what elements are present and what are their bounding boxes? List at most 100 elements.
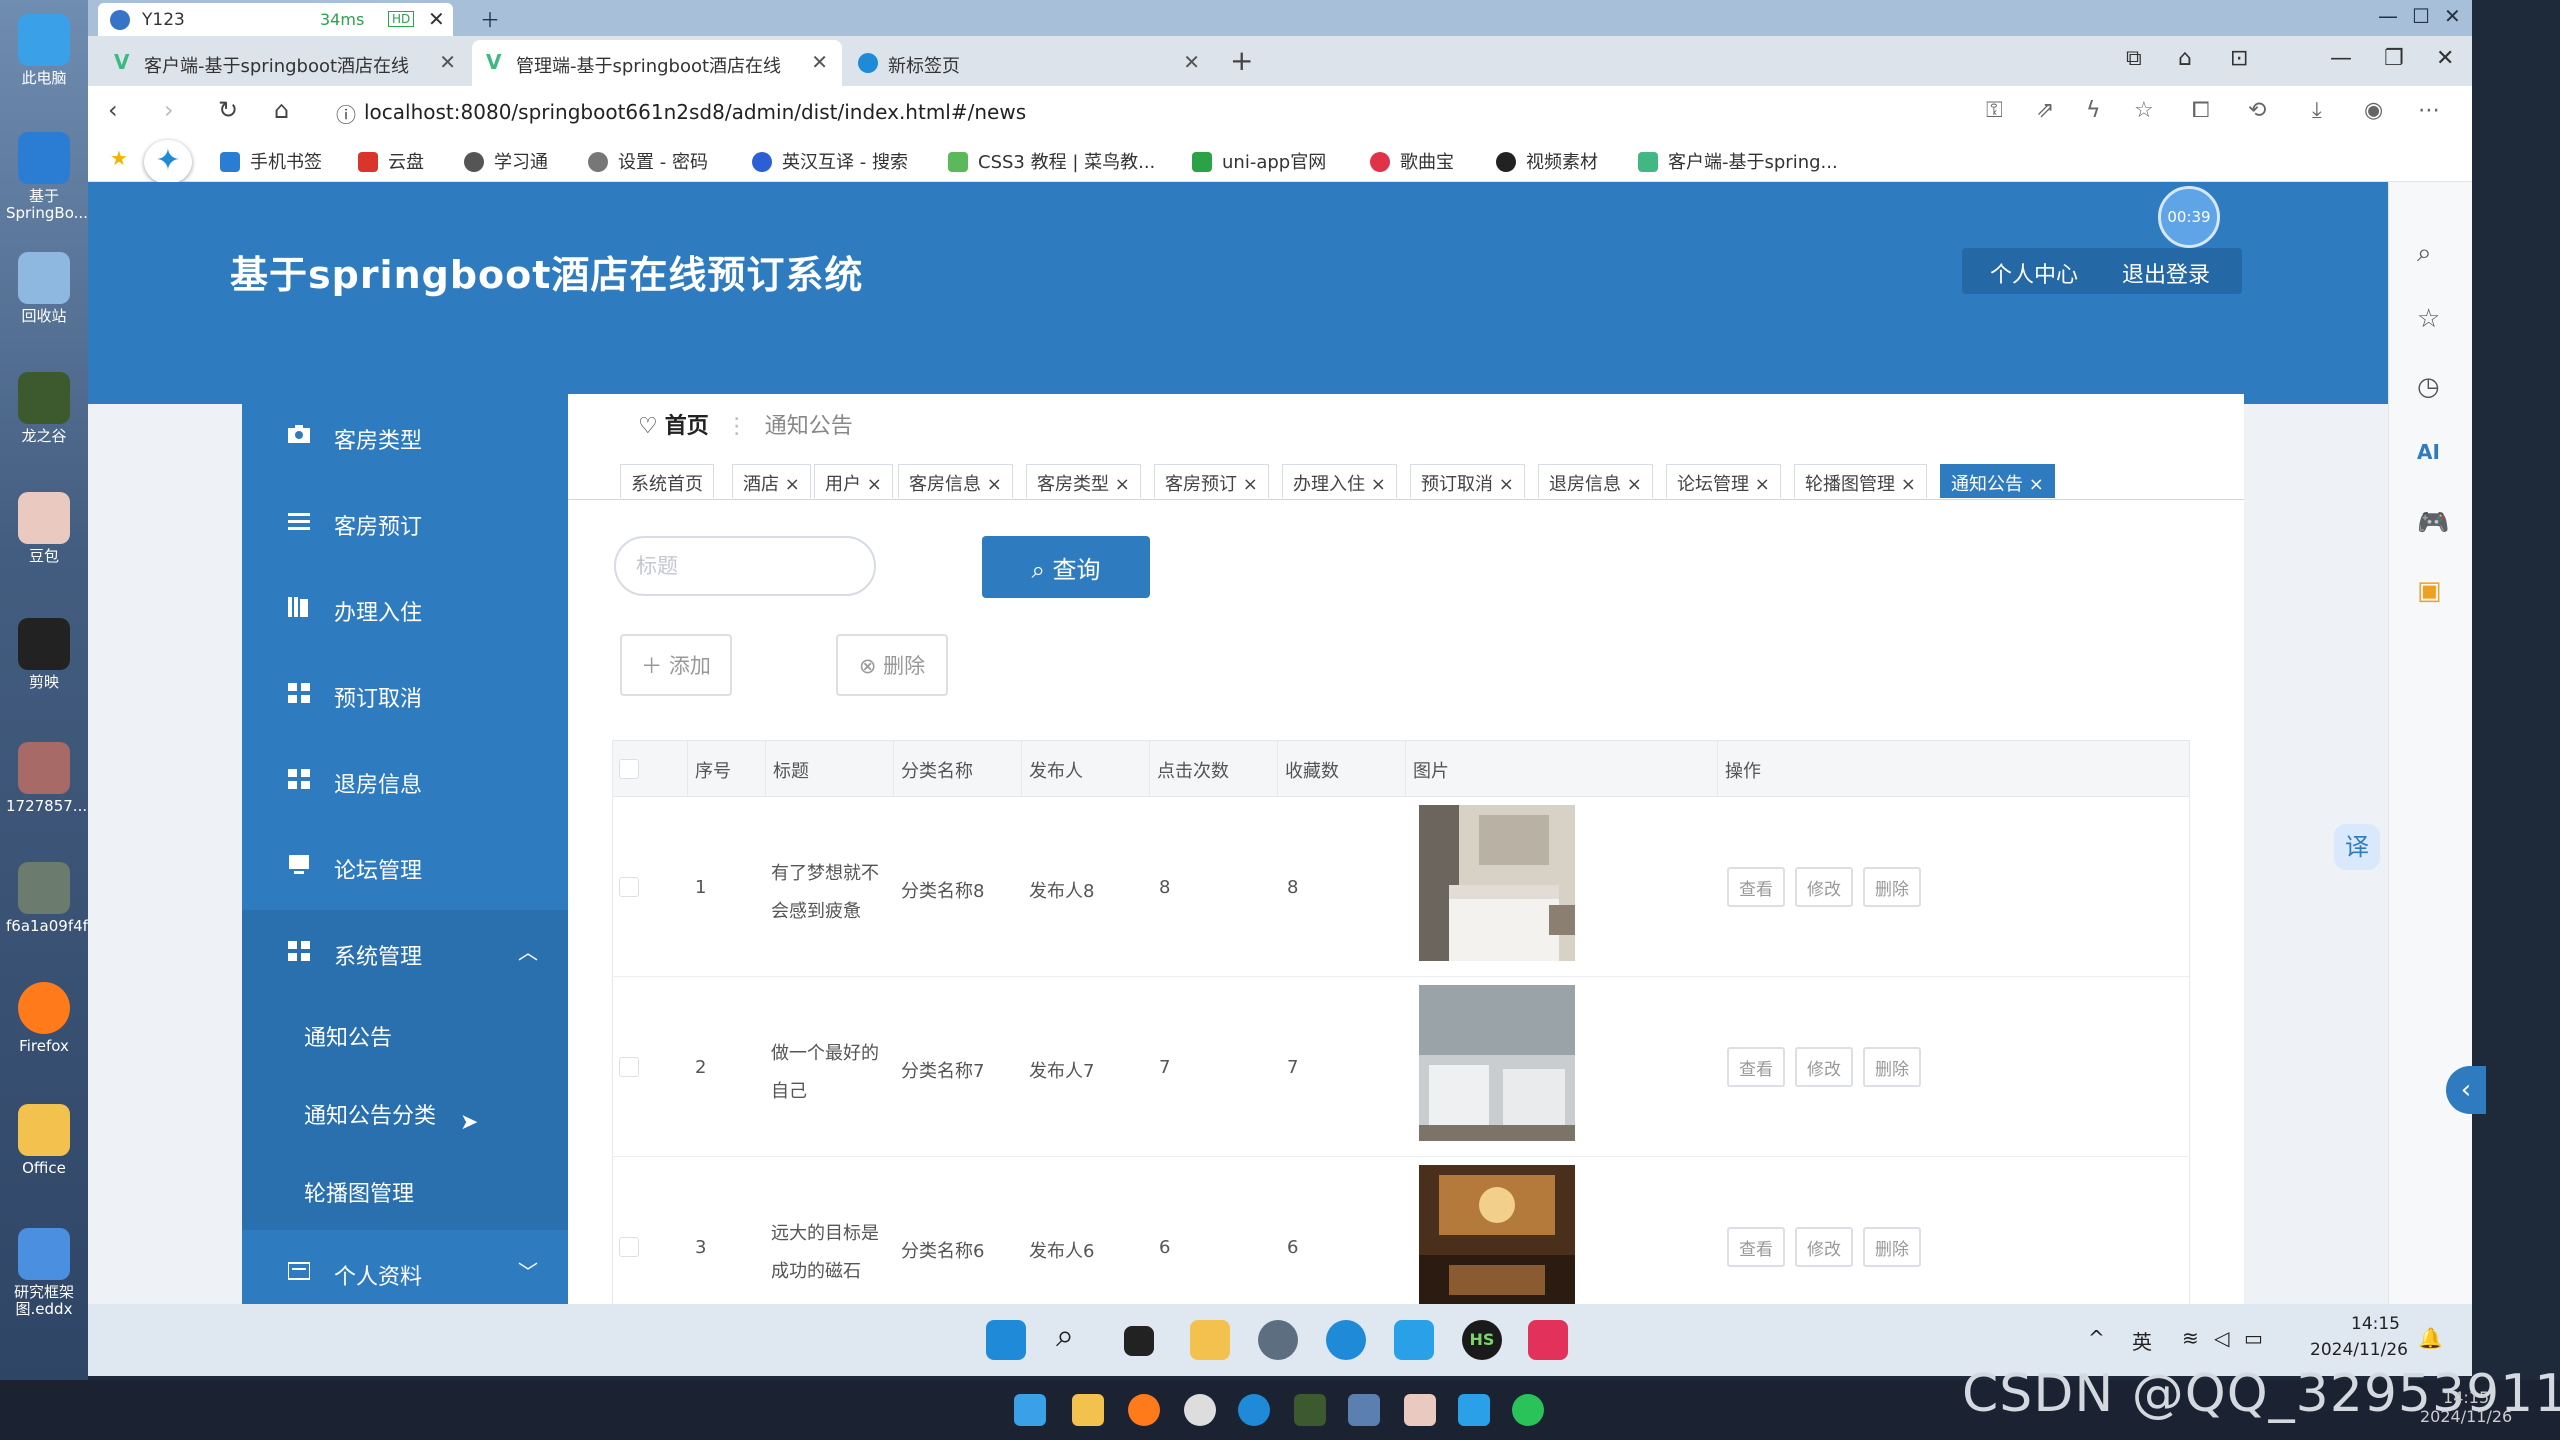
sidebar-subitem-news[interactable]: 通知公告 <box>242 996 568 1074</box>
notification-bell-icon[interactable]: 🔔 <box>2418 1326 2443 1350</box>
desktop-icon-recycle[interactable]: 回收站 <box>6 252 82 325</box>
row-checkbox[interactable] <box>619 1237 639 1257</box>
column-header[interactable]: 发布人 <box>1029 757 1083 783</box>
game-icon[interactable] <box>1294 1394 1326 1426</box>
taskbar-time[interactable]: 14:15 <box>2310 1314 2400 1334</box>
sidebar-subitem-carousel[interactable]: 轮播图管理 <box>242 1152 568 1230</box>
todesk-icon[interactable] <box>1394 1320 1434 1360</box>
notepad-icon[interactable] <box>1348 1394 1380 1426</box>
profile-center-button[interactable]: 个人中心 <box>1990 257 2078 289</box>
delete-row-button[interactable]: 删除 <box>1863 1227 1921 1267</box>
gamepad-icon[interactable]: 🎮 <box>2417 508 2449 538</box>
desktop-icon-image-2[interactable]: f6a1a09f4f... <box>6 862 101 935</box>
todesk-icon[interactable] <box>1458 1394 1490 1426</box>
desktop-icon-doubao[interactable]: 豆包 <box>6 492 82 565</box>
close-icon[interactable]: ✕ <box>2444 4 2461 28</box>
history-icon[interactable]: ⟲ <box>2248 98 2266 123</box>
column-header[interactable]: 分类名称 <box>901 757 973 783</box>
close-icon[interactable]: ✕ <box>1183 50 1200 74</box>
workspaces-icon[interactable]: ⌂ <box>2178 46 2192 71</box>
extensions-icon[interactable]: ⧠ <box>2192 98 2210 123</box>
task-view-icon[interactable] <box>1124 1326 1154 1356</box>
url-field[interactable]: localhost:8080/springboot661n2sd8/admin/… <box>364 100 1026 124</box>
delete-row-button[interactable]: 删除 <box>1863 1047 1921 1087</box>
close-icon[interactable]: ✕ <box>439 50 456 74</box>
sidebar-item-check-in[interactable]: 办理入住 <box>242 566 568 652</box>
volume-icon[interactable]: ◁ <box>2214 1326 2229 1350</box>
sidebar-item-system[interactable]: 系统管理 ︿ <box>242 910 568 996</box>
info-icon[interactable]: ⓘ <box>336 99 356 128</box>
file-explorer-icon[interactable] <box>1190 1320 1230 1360</box>
back-icon[interactable]: ‹ <box>108 96 118 124</box>
translate-button[interactable]: 译 <box>2334 824 2380 870</box>
bookmark-item[interactable]: 手机书签 <box>220 148 322 174</box>
extensions-icon[interactable]: ⊡ <box>2230 46 2248 71</box>
intellij-icon[interactable] <box>1528 1320 1568 1360</box>
tag-room-booking[interactable]: 客房预订 × <box>1154 464 1269 498</box>
tag-check-in[interactable]: 办理入住 × <box>1282 464 1397 498</box>
search-button[interactable]: ⌕ 查询 <box>982 536 1150 598</box>
row-image[interactable] <box>1419 1165 1575 1321</box>
hbuilder-icon[interactable]: HS <box>1462 1320 1502 1360</box>
row-image[interactable] <box>1419 985 1575 1141</box>
tab-actions-icon[interactable]: ⧉ <box>2126 46 2142 71</box>
ai-icon[interactable]: AI <box>2417 440 2440 464</box>
desktop-icon-game[interactable]: 龙之谷 <box>6 372 82 445</box>
refresh-icon[interactable]: ↻ <box>218 96 238 124</box>
add-button[interactable]: ＋ 添加 <box>620 634 732 696</box>
minimize-icon[interactable]: — <box>2330 46 2352 71</box>
browser-tab-admin[interactable]: V 管理端-基于springboot酒店在线 ✕ <box>472 40 842 86</box>
edit-button[interactable]: 修改 <box>1795 1047 1853 1087</box>
tag-room-type[interactable]: 客房类型 × <box>1026 464 1141 498</box>
delete-row-button[interactable]: 删除 <box>1863 867 1921 907</box>
search-icon[interactable]: ⌕ <box>1056 1316 1096 1356</box>
windows-start-icon[interactable] <box>1014 1394 1046 1426</box>
tag-checkout[interactable]: 退房信息 × <box>1538 464 1653 498</box>
tag-forum[interactable]: 论坛管理 × <box>1666 464 1781 498</box>
bookmark-item[interactable]: 英汉互译 - 搜索 <box>752 148 908 174</box>
more-icon[interactable]: ⋯ <box>2418 98 2440 123</box>
share-icon[interactable]: ⇗ <box>2036 98 2054 123</box>
close-icon[interactable]: ✕ <box>428 7 445 31</box>
column-header[interactable]: 收藏数 <box>1285 757 1339 783</box>
search-app-icon[interactable] <box>1128 1394 1160 1426</box>
settings-gear-icon[interactable] <box>1258 1320 1298 1360</box>
battery-icon[interactable]: ▭ <box>2244 1326 2263 1350</box>
edge-browser-icon[interactable] <box>1238 1394 1270 1426</box>
sidebar-subitem-news-category[interactable]: 通知公告分类 ➤ <box>242 1074 568 1152</box>
view-button[interactable]: 查看 <box>1727 867 1785 907</box>
recording-timer[interactable]: 00:39 <box>2158 186 2220 248</box>
home-icon[interactable]: ⌂ <box>274 96 289 124</box>
bolt-icon[interactable]: ϟ <box>2086 98 2101 123</box>
tag-carousel[interactable]: 轮播图管理 × <box>1794 464 1927 498</box>
column-header[interactable]: 操作 <box>1725 757 1761 783</box>
edit-button[interactable]: 修改 <box>1795 867 1853 907</box>
app-logo-icon[interactable]: ✦ <box>144 140 192 184</box>
desktop-icon-office[interactable]: Office <box>6 1104 82 1177</box>
edge-browser-icon[interactable] <box>1326 1320 1366 1360</box>
windows-start-icon[interactable] <box>986 1320 1026 1360</box>
bookmark-item[interactable]: 设置 - 密码 <box>588 148 708 174</box>
new-tab-icon[interactable]: ＋ <box>480 4 500 33</box>
forward-icon[interactable]: › <box>164 96 174 124</box>
title-search-input[interactable] <box>614 536 876 596</box>
row-checkbox[interactable] <box>619 1057 639 1077</box>
tag-room-info[interactable]: 客房信息 × <box>898 464 1013 498</box>
wifi-icon[interactable]: ≋ <box>2182 1326 2199 1350</box>
minimize-icon[interactable]: — <box>2378 4 2398 28</box>
bookmark-item[interactable]: 视频素材 <box>1496 148 1598 174</box>
view-button[interactable]: 查看 <box>1727 1227 1785 1267</box>
wechat-icon[interactable] <box>1512 1394 1544 1426</box>
sidebar-item-room-type[interactable]: 客房类型 <box>242 394 568 480</box>
tag-user[interactable]: 用户 × <box>814 464 893 498</box>
sidebar-item-room-booking[interactable]: 客房预订 <box>242 480 568 566</box>
remote-window-tab[interactable]: Y123 34ms HD ✕ <box>98 3 453 36</box>
download-icon[interactable]: ⤓ <box>2312 98 2322 123</box>
browser-tab-newtab[interactable]: 新标签页 ✕ <box>844 40 1214 86</box>
tag-news-active[interactable]: 通知公告 × <box>1940 464 2055 498</box>
column-header[interactable]: 图片 <box>1413 757 1449 783</box>
view-button[interactable]: 查看 <box>1727 1047 1785 1087</box>
sidebar-item-booking-cancel[interactable]: 预订取消 <box>242 652 568 738</box>
tag-hotel[interactable]: 酒店 × <box>732 464 811 498</box>
bookmark-item[interactable]: CSS3 教程 | 菜鸟教... <box>948 148 1155 174</box>
